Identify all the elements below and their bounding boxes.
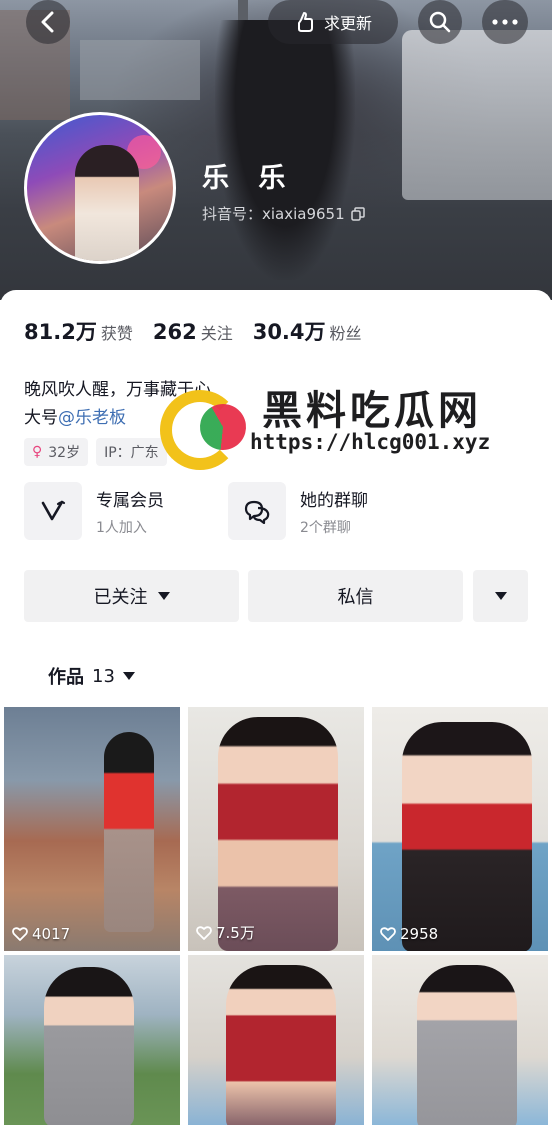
likes-label[interactable]: 获赞: [101, 320, 133, 344]
following-label[interactable]: 关注: [201, 320, 233, 344]
caret-down-icon: [494, 592, 507, 600]
heart-icon: [380, 927, 396, 941]
v-member-icon: [41, 500, 66, 521]
video-likes: 7.5万: [196, 922, 255, 943]
avatar[interactable]: [24, 112, 176, 264]
video-thumbnail[interactable]: 4017: [4, 707, 180, 951]
more-options-dropdown[interactable]: [473, 570, 528, 622]
video-likes-count: 4017: [32, 925, 71, 943]
tab-works[interactable]: 作品 13: [48, 663, 135, 689]
video-person: [226, 965, 336, 1125]
douyin-id-text: 抖音号：xiaxia9651: [202, 205, 345, 223]
video-thumbnail[interactable]: 7.5万: [188, 707, 364, 951]
following-count: 262: [152, 320, 197, 344]
banner-figure: [215, 20, 355, 280]
ip-tag: IP：广东: [96, 438, 167, 466]
female-icon: ♀: [32, 444, 43, 460]
video-thumbnail[interactable]: [188, 955, 364, 1125]
tags-row: ♀ 32岁 IP：广东: [24, 438, 167, 466]
video-likes-count: 7.5万: [216, 924, 255, 942]
group-icon-box: [228, 482, 286, 540]
followers-count: 30.4万: [252, 320, 326, 344]
video-grid: 4017 7.5万 2958: [0, 703, 552, 1125]
video-thumbnail[interactable]: [4, 955, 180, 1125]
heart-icon: [196, 925, 212, 940]
caret-down-icon: [157, 592, 170, 600]
video-person: [104, 732, 154, 932]
video-person: [402, 722, 532, 951]
search-button[interactable]: [418, 0, 462, 44]
search-icon: [429, 11, 451, 33]
douyin-id[interactable]: 抖音号：xiaxia9651: [202, 203, 365, 224]
group-title: 她的群聊: [300, 490, 368, 511]
copy-icon[interactable]: [350, 206, 365, 221]
video-thumbnail[interactable]: [372, 955, 548, 1125]
hand-point-icon: [297, 12, 313, 32]
video-likes-count: 2958: [400, 925, 439, 943]
avatar-person: [75, 145, 139, 261]
watermark-url: https://hlcg001.xyz: [250, 430, 491, 454]
likes-count: 81.2万: [24, 320, 97, 344]
more-dots-icon: [492, 19, 518, 25]
watermark-title: 黑料吃瓜网: [262, 388, 482, 434]
profile-card: 81.2万 获赞 262 关注 30.4万 粉丝 晚风吹人醒，万事藏于心 大号@…: [0, 290, 552, 710]
ask-update-button[interactable]: 求更新: [268, 0, 398, 44]
member-title: 专属会员: [96, 490, 164, 511]
banner-truck: [402, 30, 552, 200]
mention-link[interactable]: @乐老板: [58, 408, 126, 428]
heart-icon: [12, 927, 28, 941]
nickname: 乐 乐: [202, 163, 296, 194]
group-subtitle: 2个群聊: [300, 519, 351, 536]
bio-prefix: 大号: [24, 408, 58, 428]
followed-button[interactable]: 已关注: [24, 570, 239, 622]
video-person: [417, 965, 517, 1125]
chat-bubbles-icon: [244, 500, 270, 524]
caret-down-icon: [122, 672, 135, 680]
bio-line-2: 大号@乐老板: [24, 403, 126, 428]
ip-text: IP：广东: [104, 445, 159, 461]
stats-row: 81.2万 获赞 262 关注 30.4万 粉丝: [24, 316, 382, 346]
age-text: 32岁: [48, 445, 81, 461]
chevron-left-icon: [41, 11, 54, 33]
message-button[interactable]: 私信: [248, 570, 463, 622]
group-chat-entry[interactable]: 她的群聊 2个群聊: [228, 480, 368, 542]
message-label: 私信: [337, 587, 374, 608]
member-icon-box: [24, 482, 82, 540]
back-button[interactable]: [26, 0, 70, 44]
member-entry[interactable]: 专属会员 1人加入: [24, 480, 164, 542]
more-button[interactable]: [482, 0, 528, 44]
works-count: 13: [92, 665, 115, 687]
works-label: 作品: [48, 667, 84, 688]
followed-label: 已关注: [93, 587, 148, 608]
video-person: [218, 717, 338, 951]
ask-update-label: 求更新: [323, 14, 372, 33]
followers-label[interactable]: 粉丝: [330, 320, 362, 344]
video-person: [44, 967, 134, 1125]
banner-building: [80, 40, 200, 100]
video-thumbnail[interactable]: 2958: [372, 707, 548, 951]
age-tag: ♀ 32岁: [24, 438, 89, 466]
member-subtitle: 1人加入: [96, 519, 147, 536]
video-likes: 4017: [12, 925, 70, 943]
video-likes: 2958: [380, 925, 438, 943]
